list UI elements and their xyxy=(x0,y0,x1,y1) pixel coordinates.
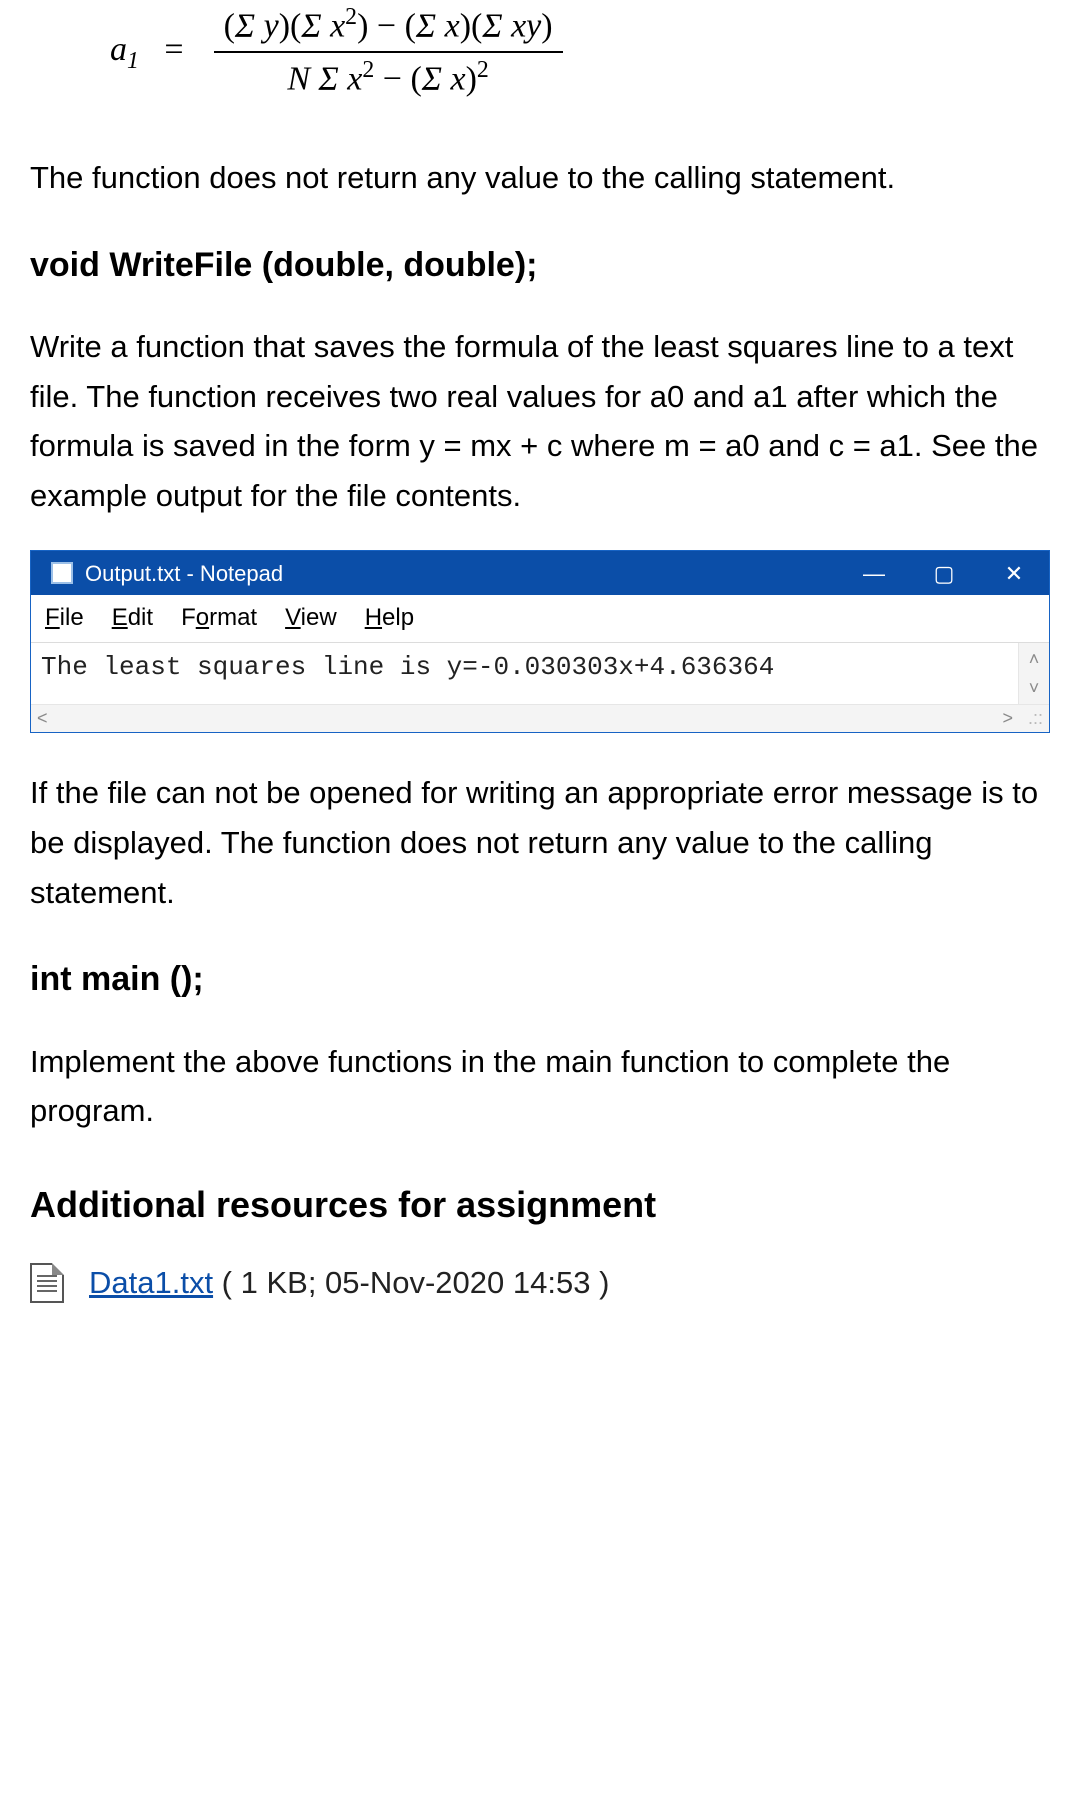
paragraph-error-msg: If the file can not be opened for writin… xyxy=(30,768,1050,917)
scroll-left-icon[interactable]: < xyxy=(37,704,48,733)
notepad-title: Output.txt - Notepad xyxy=(85,556,283,591)
notepad-content[interactable]: The least squares line is y=-0.030303x+4… xyxy=(31,643,1019,705)
scroll-up-icon[interactable]: ˄ xyxy=(1029,645,1040,674)
menu-view[interactable]: View xyxy=(285,599,337,637)
equation-fraction: (Σ y)(Σ x2) − (Σ x)(Σ xy) N Σ x2 − (Σ x)… xyxy=(214,0,563,103)
equation-numerator: (Σ y)(Σ x2) − (Σ x)(Σ xy) xyxy=(214,0,563,53)
maximize-button[interactable]: ▢ xyxy=(909,551,979,595)
scroll-down-icon[interactable]: ˅ xyxy=(1029,674,1040,703)
menu-help[interactable]: Help xyxy=(365,599,414,637)
equals-sign: = xyxy=(164,31,183,68)
notepad-menubar: File Edit Format View Help xyxy=(31,595,1049,642)
attachment-link[interactable]: Data1.txt xyxy=(89,1265,213,1300)
equation-lhs: a1 = xyxy=(110,23,214,80)
attachment-meta: ( 1 KB; 05-Nov-2020 14:53 ) xyxy=(213,1265,609,1300)
menu-file[interactable]: File xyxy=(45,599,84,637)
menu-format[interactable]: Format xyxy=(181,599,257,637)
equation-denominator: N Σ x2 − (Σ x)2 xyxy=(277,53,498,104)
paragraph-main-desc: Implement the above functions in the mai… xyxy=(30,1037,1050,1136)
notepad-titlebar: Output.txt - Notepad — ▢ ✕ xyxy=(31,551,1049,595)
notepad-icon xyxy=(51,562,73,584)
attachment-row: Data1.txt ( 1 KB; 05-Nov-2020 14:53 ) xyxy=(30,1258,1050,1308)
paragraph-no-return-1: The function does not return any value t… xyxy=(30,153,1050,203)
var-a-sub: 1 xyxy=(127,48,139,74)
signature-main: int main (); xyxy=(30,952,1050,1006)
vertical-scrollbar[interactable]: ˄ ˅ xyxy=(1019,643,1049,705)
file-icon xyxy=(30,1263,64,1303)
close-button[interactable]: ✕ xyxy=(979,551,1049,595)
var-a: a xyxy=(110,31,127,68)
minimize-button[interactable]: — xyxy=(839,551,909,595)
scroll-right-icon[interactable]: > xyxy=(1002,704,1013,733)
heading-additional-resources: Additional resources for assignment xyxy=(30,1176,1050,1234)
paragraph-writefile-desc: Write a function that saves the formula … xyxy=(30,322,1050,520)
menu-edit[interactable]: Edit xyxy=(112,599,153,637)
equation-a1: a1 = (Σ y)(Σ x2) − (Σ x)(Σ xy) N Σ x2 − … xyxy=(30,0,1050,103)
signature-writefile: void WriteFile (double, double); xyxy=(30,238,1050,292)
horizontal-scrollbar[interactable]: < > .:: xyxy=(31,704,1049,732)
resize-grip-icon[interactable]: .:: xyxy=(1013,704,1043,733)
notepad-window: Output.txt - Notepad — ▢ ✕ File Edit For… xyxy=(30,550,1050,733)
